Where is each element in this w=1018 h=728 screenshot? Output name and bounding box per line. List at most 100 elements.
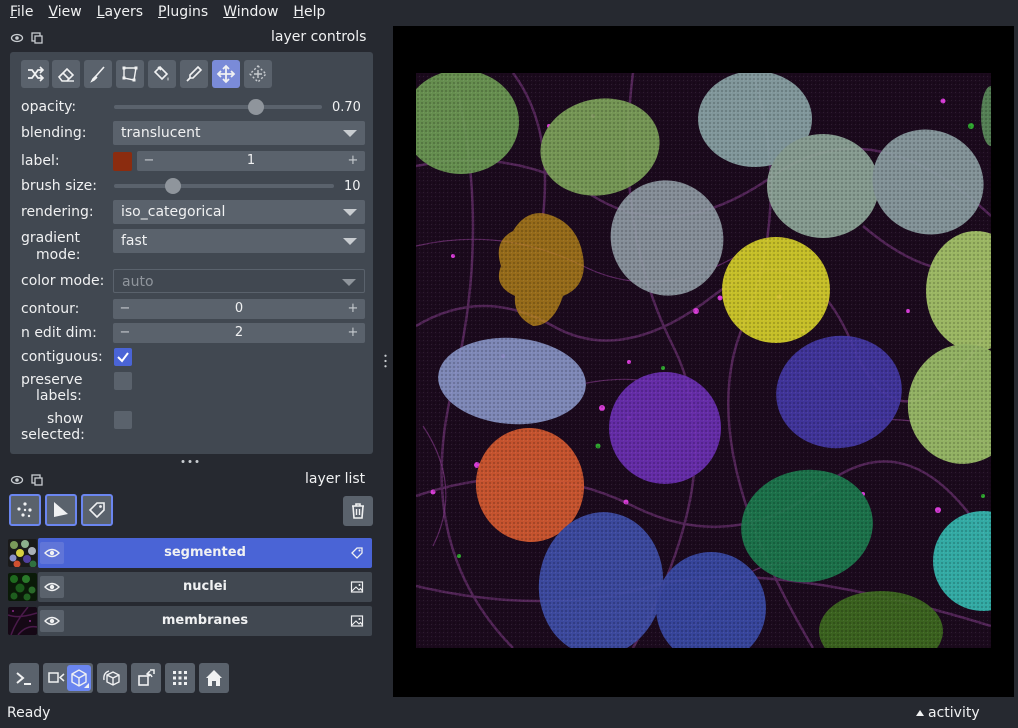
delete-layer-button[interactable] bbox=[343, 496, 373, 526]
layer-name[interactable]: nuclei bbox=[68, 572, 342, 602]
menu-window[interactable]: Window bbox=[218, 4, 283, 20]
activity-button[interactable]: activity bbox=[916, 705, 980, 721]
rendering-label: rendering: bbox=[21, 204, 94, 220]
roll-dims-button[interactable] bbox=[97, 663, 127, 693]
roll-dims-icon bbox=[103, 670, 120, 686]
show-selected-label-line1: show bbox=[47, 411, 84, 427]
console-icon bbox=[16, 672, 31, 685]
new-points-icon bbox=[17, 502, 32, 518]
show-selected-checkbox[interactable] bbox=[114, 411, 132, 429]
shuffle-button[interactable] bbox=[21, 60, 49, 88]
console-button[interactable] bbox=[9, 663, 39, 693]
layer-visibility-toggle[interactable] bbox=[40, 610, 64, 632]
gradient-mode-value: fast bbox=[121, 233, 148, 249]
pan-zoom-button[interactable] bbox=[212, 60, 240, 88]
blending-label: blending: bbox=[21, 125, 87, 141]
transform-icon bbox=[249, 65, 267, 83]
preserve-labels-label-line2: labels: bbox=[36, 388, 82, 404]
segmentation-image[interactable] bbox=[393, 26, 1014, 697]
n-edit-dim-label: n edit dim: bbox=[21, 325, 97, 341]
contiguous-checkbox[interactable] bbox=[114, 348, 132, 366]
color-picker-icon bbox=[186, 65, 203, 82]
layer-visibility-toggle[interactable] bbox=[40, 542, 64, 564]
fill-button[interactable] bbox=[148, 60, 176, 88]
layer-bar[interactable]: segmented bbox=[38, 538, 372, 568]
layer-name[interactable]: segmented bbox=[68, 538, 342, 568]
float-panel-icon[interactable] bbox=[30, 473, 44, 487]
layer-row-membranes[interactable]: membranes bbox=[8, 606, 372, 636]
preserve-labels-checkbox[interactable] bbox=[114, 372, 132, 390]
label-color-swatch[interactable] bbox=[113, 152, 132, 171]
image-icon bbox=[350, 615, 364, 627]
rendering-dropdown[interactable]: iso_categorical bbox=[113, 200, 365, 224]
layer-thumbnail bbox=[8, 539, 37, 567]
eye-icon bbox=[44, 616, 60, 626]
ndisplay-toggle-button[interactable] bbox=[43, 663, 93, 693]
viewer-canvas[interactable] bbox=[393, 26, 1014, 697]
rendering-value: iso_categorical bbox=[121, 204, 226, 220]
menu-layers[interactable]: Layers bbox=[92, 4, 148, 20]
color-mode-label: color mode: bbox=[21, 273, 105, 289]
shuffle-icon bbox=[28, 66, 45, 82]
increment-icon[interactable]: + bbox=[345, 299, 361, 319]
erase-button[interactable] bbox=[52, 60, 80, 88]
color-mode-dropdown: auto bbox=[113, 269, 365, 293]
paint-button[interactable] bbox=[84, 60, 112, 88]
float-panel-icon[interactable] bbox=[30, 31, 44, 45]
eraser-icon bbox=[57, 67, 75, 82]
label-label: label: bbox=[21, 153, 60, 169]
opacity-value: 0.70 bbox=[332, 100, 361, 115]
blending-value: translucent bbox=[121, 125, 201, 141]
contour-spinbox[interactable]: − 0 + bbox=[113, 299, 365, 319]
pick-button[interactable] bbox=[180, 60, 208, 88]
visibility-toggle-icon[interactable] bbox=[10, 31, 24, 45]
transpose-icon bbox=[138, 669, 155, 686]
increment-icon[interactable]: + bbox=[345, 151, 361, 171]
menu-file[interactable]: File bbox=[5, 4, 38, 20]
home-icon bbox=[206, 670, 222, 686]
menu-plugins[interactable]: Plugins bbox=[153, 4, 213, 20]
status-text: Ready bbox=[7, 705, 51, 721]
new-points-layer-button[interactable] bbox=[9, 494, 41, 526]
home-button[interactable] bbox=[199, 663, 229, 693]
splitter-handle-icon[interactable] bbox=[181, 459, 199, 464]
menu-help[interactable]: Help bbox=[288, 4, 330, 20]
blending-dropdown[interactable]: translucent bbox=[113, 121, 365, 145]
layer-bar[interactable]: nuclei bbox=[38, 572, 372, 602]
dock-splitter-icon[interactable] bbox=[384, 352, 387, 370]
contour-label: contour: bbox=[21, 301, 80, 317]
new-shapes-layer-button[interactable] bbox=[45, 494, 77, 526]
transpose-button[interactable] bbox=[131, 663, 161, 693]
visibility-toggle-icon[interactable] bbox=[10, 473, 24, 487]
transform-button[interactable] bbox=[244, 60, 272, 88]
layer-row-segmented[interactable]: segmented bbox=[8, 538, 372, 568]
menu-view[interactable]: View bbox=[43, 4, 86, 20]
grid-icon bbox=[173, 671, 187, 685]
grid-button[interactable] bbox=[165, 663, 195, 693]
show-selected-label-line2: selected: bbox=[21, 427, 85, 443]
polygon-button[interactable] bbox=[116, 60, 144, 88]
label-spinbox[interactable]: − 1 + bbox=[137, 151, 365, 171]
ndisplay-toggle-icon bbox=[48, 665, 91, 691]
menu-bar: File View Layers Plugins Window Help bbox=[0, 0, 1018, 24]
brush-size-value: 10 bbox=[344, 179, 361, 194]
label-value: 1 bbox=[246, 153, 256, 168]
opacity-slider-track[interactable] bbox=[114, 105, 322, 109]
n-edit-dim-spinbox[interactable]: − 2 + bbox=[113, 323, 365, 343]
increment-icon[interactable]: + bbox=[345, 323, 361, 343]
brush-size-slider-track[interactable] bbox=[114, 184, 334, 188]
caret-up-icon bbox=[916, 710, 924, 716]
brush-size-slider-handle[interactable] bbox=[165, 178, 181, 194]
gradient-mode-dropdown[interactable]: fast bbox=[113, 229, 365, 253]
activity-label: activity bbox=[928, 705, 980, 721]
layer-row-nuclei[interactable]: nuclei bbox=[8, 572, 372, 602]
layer-bar[interactable]: membranes bbox=[38, 606, 372, 636]
chevron-down-icon bbox=[342, 279, 356, 286]
image-icon bbox=[350, 581, 364, 593]
n-edit-dim-value: 2 bbox=[234, 325, 244, 340]
label-tag-icon bbox=[351, 547, 363, 559]
new-labels-layer-button[interactable] bbox=[81, 494, 113, 526]
layer-visibility-toggle[interactable] bbox=[40, 576, 64, 598]
chevron-down-icon bbox=[343, 130, 357, 137]
layer-name[interactable]: membranes bbox=[68, 606, 342, 636]
